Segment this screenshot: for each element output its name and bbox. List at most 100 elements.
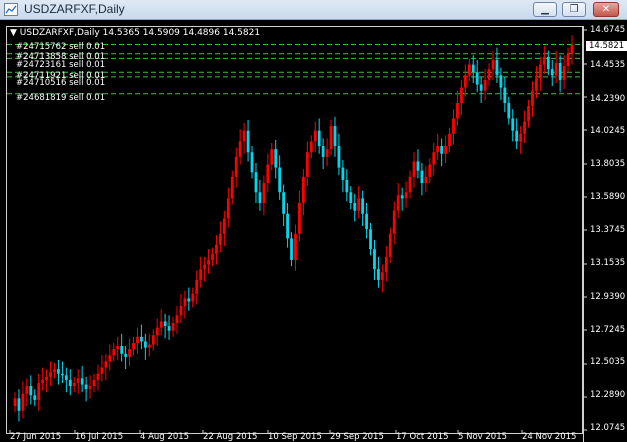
bull-candle xyxy=(491,59,495,70)
bear-candle xyxy=(286,213,289,239)
x-tick-label: 10 Sep 2015 xyxy=(268,432,322,442)
bear-candle xyxy=(495,59,499,76)
bull-candle xyxy=(436,146,440,153)
x-tick-label: 22 Aug 2015 xyxy=(203,432,258,442)
bull-candle xyxy=(305,152,309,177)
bull-candle xyxy=(76,378,80,383)
bull-candle xyxy=(179,306,183,316)
bull-candle xyxy=(183,298,187,307)
bear-candle xyxy=(80,378,84,385)
bear-candle xyxy=(550,69,554,76)
bull-candle xyxy=(112,349,116,356)
bear-candle xyxy=(68,379,72,387)
bear-candle xyxy=(163,321,167,327)
bull-candle xyxy=(325,149,329,157)
bull-candle xyxy=(448,133,451,147)
x-tick-label: 17 Oct 2015 xyxy=(396,432,449,442)
bear-candle xyxy=(120,346,124,354)
bear-candle xyxy=(349,192,353,203)
bear-candle xyxy=(282,192,286,214)
bear-candle xyxy=(33,395,37,400)
bull-candle xyxy=(463,75,467,88)
bull-candle xyxy=(467,64,471,76)
bull-candle xyxy=(159,321,163,328)
bull-candle xyxy=(151,335,155,345)
bull-candle xyxy=(13,398,17,407)
bull-candle xyxy=(215,244,218,254)
order-label[interactable]: #24723161 sell 0.01 xyxy=(16,61,105,70)
bull-candle xyxy=(487,69,491,80)
bull-candle xyxy=(424,176,428,183)
bull-candle xyxy=(266,164,270,183)
bear-candle xyxy=(246,130,250,153)
bull-candle xyxy=(116,346,120,350)
bear-candle xyxy=(475,72,479,85)
bull-candle xyxy=(226,198,230,219)
bear-candle xyxy=(29,386,33,396)
bull-candle xyxy=(456,103,459,119)
bear-candle xyxy=(353,203,357,211)
y-tick-label: 12.5035 xyxy=(590,357,626,367)
bull-candle xyxy=(238,141,242,157)
bear-candle xyxy=(143,341,147,348)
bull-candle xyxy=(88,386,92,390)
bull-candle xyxy=(432,152,436,165)
bear-candle xyxy=(369,229,372,250)
bull-candle xyxy=(104,361,108,368)
symbol-info: ▼ USDZARFXF,Daily 14.5365 14.5909 14.489… xyxy=(10,28,261,38)
bull-candle xyxy=(396,195,400,211)
bull-candle xyxy=(408,176,412,193)
order-label[interactable]: #24715762 sell 0.01 xyxy=(16,43,105,52)
y-tick-label: 12.0745 xyxy=(590,423,626,433)
y-tick-label: 13.1535 xyxy=(590,258,626,268)
y-tick-label: 12.7245 xyxy=(590,325,626,335)
bull-candle xyxy=(459,87,463,103)
bull-candle xyxy=(392,210,396,234)
bull-candle xyxy=(523,121,526,134)
x-tick-label: 29 Sep 2015 xyxy=(330,432,384,442)
bull-candle xyxy=(519,133,523,142)
bear-candle xyxy=(499,75,503,88)
bull-candle xyxy=(384,256,388,273)
bull-candle xyxy=(53,369,56,373)
bull-candle xyxy=(21,393,25,411)
bear-candle xyxy=(365,213,368,230)
bear-candle xyxy=(546,56,550,70)
bear-candle xyxy=(167,326,171,331)
symbol-info-text: USDZARFXF,Daily 14.5365 14.5909 14.4896 … xyxy=(19,28,261,38)
order-label[interactable]: #24681819 sell 0.01 xyxy=(16,94,105,103)
bull-candle xyxy=(309,141,313,153)
bull-candle xyxy=(96,373,100,380)
bear-candle xyxy=(377,269,380,280)
bear-candle xyxy=(373,249,376,270)
order-label[interactable]: #24710516 sell 0.01 xyxy=(16,79,105,88)
bull-candle xyxy=(404,192,408,199)
bull-candle xyxy=(294,233,297,260)
bull-candle xyxy=(219,233,222,245)
y-tick-label: 14.4535 xyxy=(590,60,626,70)
bull-candle xyxy=(25,386,29,394)
bull-candle xyxy=(298,203,301,234)
x-tick-label: 27 Jun 2015 xyxy=(10,432,62,442)
y-tick-label: 12.9390 xyxy=(590,292,626,302)
bull-candle xyxy=(191,293,195,302)
bear-candle xyxy=(400,195,404,199)
bear-candle xyxy=(64,375,68,380)
bear-candle xyxy=(361,198,365,214)
bear-candle xyxy=(416,161,420,171)
bear-candle xyxy=(278,167,282,193)
bull-candle xyxy=(92,379,96,387)
y-tick-label: 13.3745 xyxy=(590,225,626,235)
bull-candle xyxy=(136,336,139,343)
bear-candle xyxy=(61,373,64,376)
current-price-label: 14.5821 xyxy=(586,41,627,51)
bull-candle xyxy=(388,233,392,257)
bull-candle xyxy=(531,90,534,107)
bull-candle xyxy=(234,156,238,177)
bear-candle xyxy=(84,384,88,390)
bear-candle xyxy=(333,126,337,147)
bull-candle xyxy=(444,146,447,154)
bull-candle xyxy=(270,149,274,165)
bear-candle xyxy=(250,152,254,173)
bull-candle xyxy=(242,130,246,142)
